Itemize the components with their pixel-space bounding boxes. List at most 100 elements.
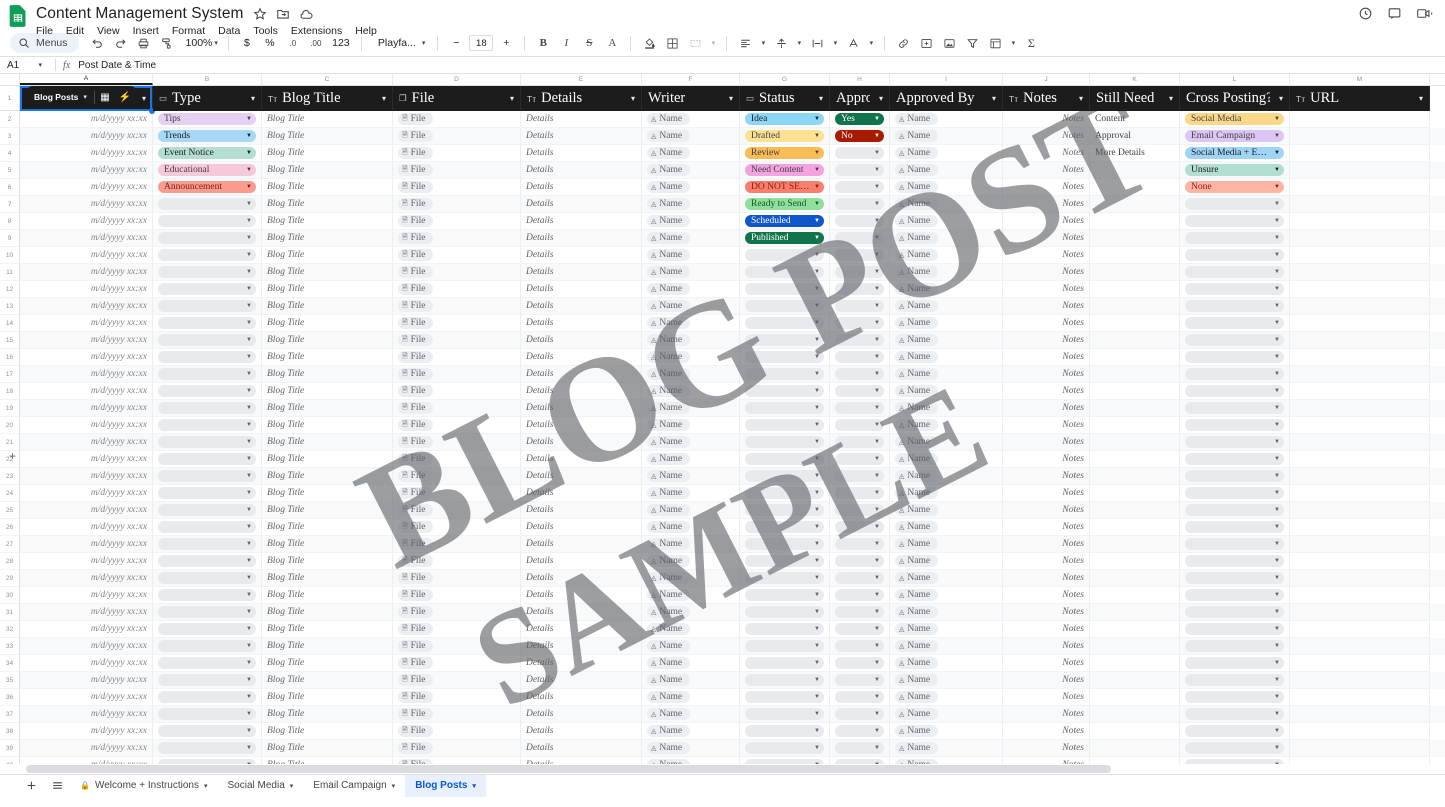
row-number-36[interactable]: 36	[0, 689, 20, 706]
cell-details[interactable]: Details	[521, 434, 642, 451]
chevron-down-icon[interactable]: ▼	[1274, 694, 1280, 700]
cell-status[interactable]: ▼	[740, 502, 830, 519]
cell-approve[interactable]: ▼	[830, 315, 890, 332]
cell-type[interactable]: ▼	[153, 502, 262, 519]
person-chip[interactable]: ◬Name	[895, 367, 939, 381]
type-dropdown[interactable]: ▼	[158, 588, 256, 602]
cross-posting-dropdown[interactable]: ▼	[1185, 554, 1284, 568]
person-chip[interactable]: ◬Name	[895, 571, 939, 585]
type-dropdown[interactable]: ▼	[158, 367, 256, 381]
chevron-down-icon[interactable]: ▼	[814, 201, 820, 207]
cell-post-date[interactable]: m/d/yyyy xx:xx	[20, 689, 153, 706]
cell-approved-by[interactable]: ◬Name	[890, 723, 1003, 740]
cell-blog-title[interactable]: Blog Title	[262, 111, 393, 128]
type-dropdown[interactable]: ▼	[158, 639, 256, 653]
cell-file[interactable]: 🗎File	[393, 281, 521, 298]
cell-still-need[interactable]: Content	[1090, 111, 1180, 128]
cell-status[interactable]: ▼	[740, 485, 830, 502]
cell-file[interactable]: 🗎File	[393, 315, 521, 332]
cross-posting-dropdown[interactable]: ▼	[1185, 707, 1284, 721]
cell-still-need[interactable]	[1090, 434, 1180, 451]
name-box[interactable]: A1 ▾	[0, 60, 48, 71]
cross-posting-dropdown[interactable]: ▼	[1185, 367, 1284, 381]
approve-dropdown[interactable]: ▼	[835, 299, 884, 313]
type-dropdown[interactable]: ▼	[158, 316, 256, 330]
chevron-down-icon[interactable]: ▾	[988, 94, 996, 103]
person-chip[interactable]: ◬Name	[895, 724, 939, 738]
type-dropdown[interactable]: ▼	[158, 656, 256, 670]
chevron-down-icon[interactable]: ▼	[1274, 490, 1280, 496]
cell-type[interactable]: ▼	[153, 383, 262, 400]
chevron-down-icon[interactable]: ▾	[392, 782, 396, 790]
chevron-down-icon[interactable]: ▼	[246, 507, 252, 513]
formula-input[interactable]: Post Date & Time	[78, 60, 156, 71]
column-title-approve[interactable]: Approve▾	[830, 86, 890, 111]
status-dropdown[interactable]: ▼	[745, 554, 824, 568]
chevron-down-icon[interactable]: ▼	[874, 371, 880, 377]
cell-still-need[interactable]	[1090, 485, 1180, 502]
cross-posting-dropdown[interactable]: ▼	[1185, 588, 1284, 602]
cell-file[interactable]: 🗎File	[393, 179, 521, 196]
cell-blog-title[interactable]: Blog Title	[262, 298, 393, 315]
row-number-35[interactable]: 35	[0, 672, 20, 689]
cell-file[interactable]: 🗎File	[393, 621, 521, 638]
cell-still-need[interactable]	[1090, 162, 1180, 179]
cell-still-need[interactable]	[1090, 264, 1180, 281]
cell-approve[interactable]: ▼	[830, 570, 890, 587]
cross-posting-dropdown[interactable]: ▼	[1185, 299, 1284, 313]
status-dropdown[interactable]: DO NOT SEND ▼	[745, 180, 824, 194]
menu-extensions[interactable]: Extensions	[291, 25, 342, 37]
approve-dropdown[interactable]: ▼	[835, 214, 884, 228]
row-number-13[interactable]: 13	[0, 298, 20, 315]
cell-file[interactable]: 🗎File	[393, 706, 521, 723]
person-chip[interactable]: ◬Name	[895, 112, 939, 126]
cell-approved-by[interactable]: ◬Name	[890, 213, 1003, 230]
chevron-down-icon[interactable]: ▼	[1274, 473, 1280, 479]
cell-file[interactable]: 🗎File	[393, 230, 521, 247]
person-chip[interactable]: ◬Name	[895, 639, 939, 653]
column-title-writer[interactable]: Writer ▾	[642, 86, 740, 111]
cell-approved-by[interactable]: ◬Name	[890, 230, 1003, 247]
cell-blog-title[interactable]: Blog Title	[262, 689, 393, 706]
chevron-down-icon[interactable]: ▼	[874, 643, 880, 649]
cell-blog-title[interactable]: Blog Title	[262, 315, 393, 332]
person-chip[interactable]: ◬Name	[647, 741, 691, 755]
chevron-down-icon[interactable]: ▾	[1415, 94, 1423, 103]
cell-status[interactable]: Review ▼	[740, 145, 830, 162]
cell-approve[interactable]: ▼	[830, 502, 890, 519]
chevron-down-icon[interactable]: ▼	[874, 524, 880, 530]
cell-cross-posting[interactable]: ▼	[1180, 604, 1290, 621]
vertical-align-caret[interactable]: ▾	[794, 33, 804, 53]
cell-blog-title[interactable]: Blog Title	[262, 672, 393, 689]
chevron-down-icon[interactable]: ▼	[814, 405, 820, 411]
cell-approve[interactable]: ▼	[830, 757, 890, 764]
cell-status[interactable]: Ready to Send ▼	[740, 196, 830, 213]
status-dropdown[interactable]: ▼	[745, 316, 824, 330]
approve-dropdown[interactable]: ▼	[835, 554, 884, 568]
chevron-down-icon[interactable]: ▼	[814, 541, 820, 547]
person-chip[interactable]: ◬Name	[895, 350, 939, 364]
type-dropdown[interactable]: ▼	[158, 333, 256, 347]
cell-notes[interactable]: Notes	[1003, 655, 1090, 672]
type-dropdown[interactable]: ▼	[158, 384, 256, 398]
column-title-file[interactable]: ❐ File ▾	[393, 86, 521, 111]
chevron-down-icon[interactable]: ▼	[1274, 235, 1280, 241]
type-dropdown[interactable]: ▼	[158, 571, 256, 585]
cell-writer[interactable]: ◬Name	[642, 128, 740, 145]
row-number-30[interactable]: 30	[0, 587, 20, 604]
cell-post-date[interactable]: m/d/yyyy xx:xx	[20, 740, 153, 757]
cell-status[interactable]: ▼	[740, 383, 830, 400]
chevron-down-icon[interactable]: ▼	[1274, 269, 1280, 275]
chevron-down-icon[interactable]: ▼	[814, 150, 820, 156]
cell-approve[interactable]: ▼	[830, 485, 890, 502]
cell-url[interactable]	[1290, 264, 1430, 281]
cell-approved-by[interactable]: ◬Name	[890, 587, 1003, 604]
chevron-down-icon[interactable]: ▾	[1075, 94, 1083, 103]
cell-file[interactable]: 🗎File	[393, 400, 521, 417]
chevron-down-icon[interactable]: ▾	[378, 94, 386, 103]
status-dropdown[interactable]: Ready to Send ▼	[745, 197, 824, 211]
cell-status[interactable]: ▼	[740, 332, 830, 349]
cell-status[interactable]: ▼	[740, 587, 830, 604]
approve-dropdown[interactable]: ▼	[835, 180, 884, 194]
cell-cross-posting[interactable]: ▼	[1180, 553, 1290, 570]
